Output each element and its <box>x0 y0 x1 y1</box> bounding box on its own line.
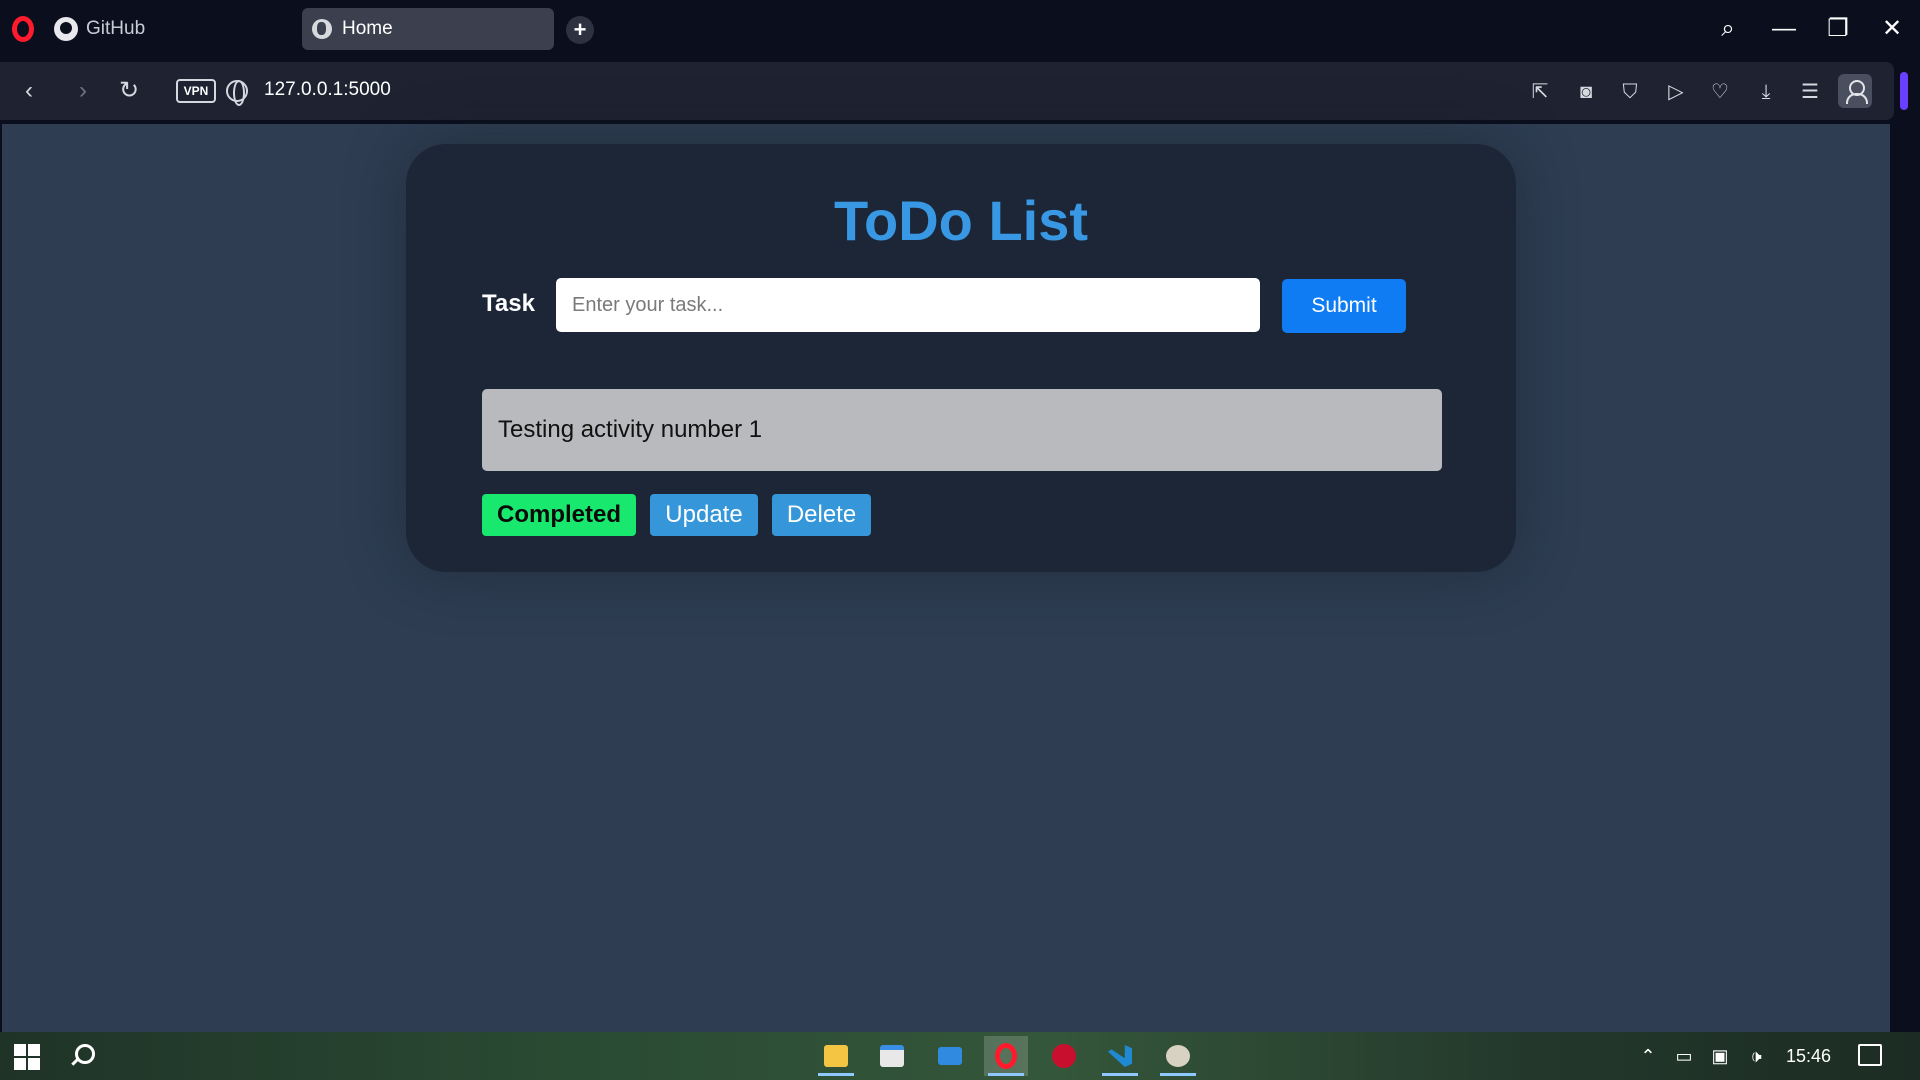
address-bar: ‹ › ↻ VPN 127.0.0.1:5000 ⇱ ◙ ⛉ ▷ ♡ ⤓ ☰ <box>0 62 1894 120</box>
camera-icon[interactable]: ◙ <box>1570 76 1602 108</box>
submit-button[interactable]: Submit <box>1282 279 1406 333</box>
github-icon <box>54 17 78 41</box>
vscode-icon[interactable] <box>1098 1036 1142 1076</box>
opera-icon[interactable] <box>984 1036 1028 1076</box>
tab-label: Home <box>342 18 393 39</box>
vpn-badge[interactable]: VPN <box>176 79 216 103</box>
mail-icon[interactable] <box>928 1036 972 1076</box>
page-title: ToDo List <box>833 189 1089 252</box>
back-button[interactable]: ‹ <box>12 74 46 108</box>
opera-menu-icon[interactable] <box>12 16 34 42</box>
globe-icon <box>312 19 332 39</box>
task-item: Testing activity number 1 <box>482 389 1442 471</box>
menu-icon[interactable]: ☰ <box>1794 76 1826 108</box>
heart-icon[interactable]: ♡ <box>1704 76 1736 108</box>
battery-icon[interactable]: ▭ <box>1672 1044 1696 1068</box>
notification-icon[interactable] <box>1858 1044 1882 1066</box>
restore-button[interactable]: ❐ <box>1820 12 1856 46</box>
windows-start-icon[interactable] <box>14 1044 40 1070</box>
delete-button[interactable]: Delete <box>772 494 871 536</box>
new-tab-button[interactable]: + <box>566 16 594 44</box>
file-explorer-icon[interactable] <box>814 1036 858 1076</box>
snap-icon[interactable]: ⇱ <box>1524 76 1556 108</box>
task-input[interactable] <box>556 278 1260 332</box>
close-button[interactable]: ✕ <box>1874 12 1910 46</box>
play-icon[interactable]: ▷ <box>1660 76 1692 108</box>
forward-button[interactable]: › <box>66 74 100 108</box>
profile-icon[interactable] <box>1838 74 1872 108</box>
tab-github[interactable]: GitHub <box>54 14 145 44</box>
volume-icon[interactable]: 🕩 <box>1744 1044 1768 1068</box>
taskbar-clock[interactable]: 15:46 <box>1786 1046 1831 1067</box>
tab-label: GitHub <box>86 18 146 39</box>
update-button[interactable]: Update <box>650 494 758 536</box>
network-icon[interactable]: ▣ <box>1708 1044 1732 1068</box>
minimize-button[interactable]: — <box>1766 12 1802 46</box>
reload-button[interactable]: ↻ <box>112 74 146 108</box>
task-label: Task <box>482 290 535 317</box>
todo-card: ToDo List Task Submit Testing activity n… <box>406 144 1516 572</box>
sidebar-accent[interactable] <box>1900 72 1908 110</box>
search-icon[interactable] <box>68 1042 95 1068</box>
tab-search-icon[interactable]: ⌕ <box>1710 12 1746 46</box>
browser-tab-strip: GitHub Home + ⌕ — ❐ ✕ <box>0 0 1920 58</box>
davinci-icon[interactable] <box>1042 1036 1086 1076</box>
url-field[interactable]: 127.0.0.1:5000 <box>264 79 391 101</box>
download-icon[interactable]: ⤓ <box>1750 76 1782 108</box>
chevron-up-icon[interactable]: ⌃ <box>1636 1044 1660 1068</box>
page-viewport: ToDo List Task Submit Testing activity n… <box>2 124 1890 1032</box>
site-info-icon[interactable] <box>226 80 248 106</box>
paint-icon[interactable] <box>1156 1036 1200 1076</box>
completed-button[interactable]: Completed <box>482 494 636 536</box>
windows-taskbar: ⌃ ▭ ▣ 🕩 15:46 <box>0 1032 1920 1080</box>
shield-icon[interactable]: ⛉ <box>1614 76 1646 108</box>
tab-home[interactable]: Home <box>302 8 554 50</box>
store-icon[interactable] <box>870 1036 914 1076</box>
